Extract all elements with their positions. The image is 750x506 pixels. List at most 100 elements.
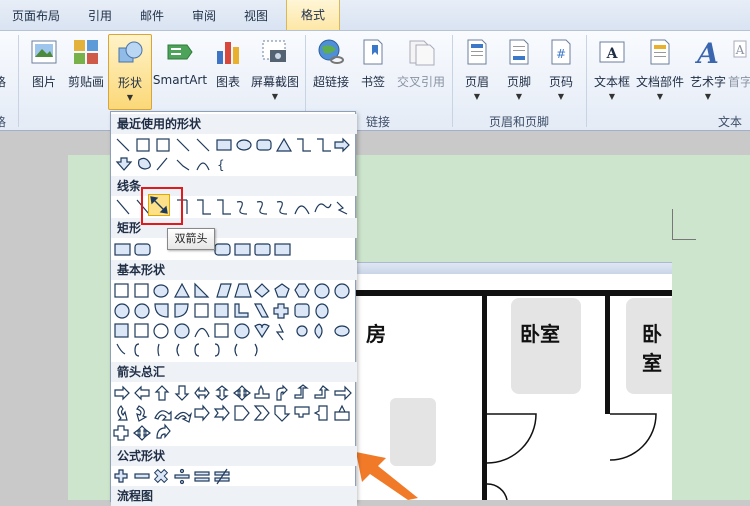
clipart-label: 剪贴画	[67, 75, 104, 89]
crop-mark	[672, 239, 696, 240]
orange-arrow-icon	[356, 452, 418, 500]
bookmark-button[interactable]: 书签	[351, 37, 395, 90]
document-parts-label: 文档部件	[635, 75, 684, 89]
wordart-dropdown-arrow-icon: ▼	[704, 92, 712, 101]
bookmark-icon	[363, 39, 383, 65]
page-number-button[interactable]: # 页码 ▼	[539, 37, 583, 101]
screenshot-button[interactable]: 屏幕截图 ▼	[248, 37, 302, 101]
shape-row: {	[113, 136, 353, 172]
chart-icon	[217, 42, 239, 64]
equation-shapes-row	[113, 468, 353, 488]
group-separator	[586, 35, 587, 127]
basic-shapes-icons[interactable]	[113, 282, 353, 360]
red-highlight-box	[141, 187, 183, 225]
tab-mailings[interactable]: 邮件	[140, 7, 164, 24]
textbox-button[interactable]: A 文本框 ▼	[590, 37, 634, 101]
page-number-dropdown-arrow-icon: ▼	[557, 92, 565, 101]
clipart-icon	[74, 40, 98, 64]
hyperlink-label: 超链接	[312, 75, 349, 89]
smartart-label: SmartArt	[152, 73, 208, 87]
page-number-icon: #	[551, 39, 571, 65]
clipart-button[interactable]: 剪贴画	[64, 37, 108, 90]
document-parts-icon	[650, 39, 670, 65]
svg-text:A: A	[735, 43, 745, 57]
tab-format[interactable]: 格式	[286, 0, 341, 30]
bookmark-label: 书签	[360, 75, 385, 89]
svg-text:A: A	[694, 37, 719, 67]
group-label-text: 文本	[718, 115, 743, 129]
chart-button[interactable]: 图表	[206, 37, 250, 90]
recent-shapes-icons[interactable]: {	[113, 136, 353, 176]
chart-label: 图表	[215, 75, 240, 89]
ribbon-tab-bar: 页面布局 引用 邮件 审阅 视图 格式	[0, 0, 750, 31]
footer-button[interactable]: 页脚 ▼	[497, 37, 541, 101]
wordart-icon: A	[694, 37, 719, 67]
cut-off-group-label: 格	[0, 115, 7, 129]
crop-mark	[672, 209, 673, 239]
rectangle-shapes-icons[interactable]	[113, 240, 353, 260]
screenshot-dropdown-arrow-icon: ▼	[271, 92, 279, 101]
room-label-bedroom: 卧室	[520, 322, 560, 346]
cut-off-label: 格	[0, 75, 7, 89]
header-icon	[467, 39, 487, 65]
section-block-arrows: 箭头总汇	[111, 362, 357, 382]
section-equation-shapes: 公式形状	[111, 446, 357, 466]
section-flowchart: 流程图	[111, 486, 357, 506]
page-number-label: 页码	[548, 75, 573, 89]
shapes-dropdown-arrow-icon: ▼	[126, 93, 134, 102]
group-label-header-footer: 页眉和页脚	[489, 115, 550, 129]
svg-text:A: A	[606, 46, 619, 62]
shapes-button[interactable]: 形状 ▼	[108, 34, 152, 110]
drop-cap-icon: A	[733, 40, 747, 58]
group-separator	[18, 35, 19, 127]
rectangle-shapes-row	[113, 240, 353, 260]
wordart-button[interactable]: A 艺术字 ▼	[686, 37, 730, 101]
document-parts-button[interactable]: 文档部件 ▼	[634, 37, 686, 101]
picture-icon	[31, 40, 57, 64]
cross-reference-button[interactable]: 交叉引用	[394, 37, 448, 90]
footer-icon	[509, 39, 529, 65]
globe-link-icon	[318, 39, 344, 64]
textbox-icon: A	[599, 41, 625, 63]
document-parts-dropdown-arrow-icon: ▼	[656, 92, 664, 101]
section-basic-shapes: 基本形状	[111, 260, 357, 280]
header-dropdown-arrow-icon: ▼	[473, 92, 481, 101]
shapes-label: 形状	[117, 76, 142, 90]
room-label-bedroom: 卧室	[642, 322, 662, 375]
tab-review[interactable]: 审阅	[192, 7, 216, 24]
textbox-dropdown-arrow-icon: ▼	[608, 92, 616, 101]
tab-references[interactable]: 引用	[88, 7, 112, 24]
picture-label: 图片	[31, 75, 56, 89]
tooltip: 双箭头	[167, 228, 215, 250]
header-button[interactable]: 页眉 ▼	[455, 37, 499, 101]
footer-dropdown-arrow-icon: ▼	[515, 92, 523, 101]
tab-view[interactable]: 视图	[244, 7, 268, 24]
block-arrow-icons[interactable]	[113, 384, 353, 444]
group-separator	[452, 35, 453, 127]
screenshot-label: 屏幕截图	[250, 75, 299, 89]
textbox-label: 文本框	[593, 75, 630, 89]
svg-text:{: {	[217, 158, 225, 172]
room-label: 房	[366, 322, 386, 346]
header-label: 页眉	[464, 75, 489, 89]
cross-reference-icon	[409, 40, 435, 66]
drop-cap-button[interactable]: A 首字	[728, 37, 750, 90]
footer-label: 页脚	[506, 75, 531, 89]
arrow-shapes-rows	[113, 384, 353, 441]
shapes-gallery-dropdown: 最近使用的形状 {线条 矩形 基本形状 箭头总汇 公式形状 流程图	[110, 111, 357, 506]
group-label-links: 链接	[366, 115, 391, 129]
screenshot-icon	[262, 40, 286, 62]
wordart-label: 艺术字	[689, 75, 726, 89]
drop-cap-label: 首字	[728, 75, 750, 89]
svg-text:#: #	[556, 47, 566, 61]
shapes-icon	[118, 41, 143, 63]
hyperlink-button[interactable]: 超链接	[309, 37, 353, 90]
section-recent-shapes: 最近使用的形状	[111, 114, 357, 134]
picture-button[interactable]: 图片	[22, 37, 66, 90]
cross-reference-label: 交叉引用	[396, 75, 445, 89]
basic-shapes-rows	[113, 282, 353, 357]
smartart-icon	[167, 44, 193, 60]
equation-shapes-icons[interactable]	[113, 468, 353, 486]
tab-page-layout[interactable]: 页面布局	[12, 7, 60, 24]
smartart-button[interactable]: SmartArt	[152, 37, 208, 87]
